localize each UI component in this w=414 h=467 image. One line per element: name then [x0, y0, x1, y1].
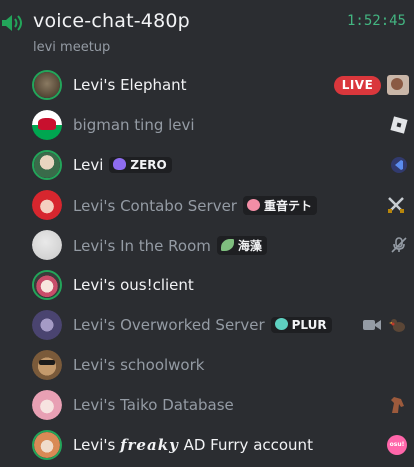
user-tag: 重音テト	[242, 196, 317, 215]
voice-user-row[interactable]: Levi's Elephant LIVE	[0, 65, 414, 105]
anime-girl-avatar[interactable]	[32, 150, 62, 180]
crossed-swords-icon	[388, 197, 404, 213]
heart-icon	[246, 199, 260, 211]
heart-icon	[274, 318, 288, 330]
voice-user-row[interactable]: Levi's schoolwork	[0, 345, 414, 385]
voice-user-row[interactable]: Levi's Overworked Server PLUR	[0, 305, 414, 345]
styled-word: 𝒇𝒓𝒆𝒂𝒌𝒚	[120, 436, 179, 454]
call-timer: 1:52:45	[346, 13, 406, 29]
osu-icon: osu!	[387, 435, 407, 455]
user-name[interactable]: Levi's schoolwork	[73, 356, 204, 374]
red-hair-avatar[interactable]	[32, 190, 62, 220]
roblox-icon	[390, 116, 408, 134]
user-name[interactable]: Levi's 𝒇𝒓𝒆𝒂𝒌𝒚 AD Furry account	[73, 436, 313, 454]
user-name[interactable]: bigman ting levi	[73, 116, 195, 134]
furry-avatar[interactable]	[32, 430, 62, 460]
user-name[interactable]: Levi ZERO	[73, 156, 172, 174]
leaf-icon	[220, 239, 234, 251]
camera-icon	[363, 320, 381, 330]
wales-flag-avatar[interactable]	[32, 110, 62, 140]
flame-icon	[113, 158, 127, 170]
voice-user-row[interactable]: Levi ZERO	[0, 145, 414, 185]
speaker-icon	[2, 15, 22, 31]
dog-avatar[interactable]	[32, 350, 62, 380]
voice-user-row[interactable]: Levi's 𝒇𝒓𝒆𝒂𝒌𝒚 AD Furry account osu!	[0, 425, 414, 465]
voice-user-row[interactable]: Levi's Contabo Server 重音テト	[0, 185, 414, 225]
elephant-avatar[interactable]	[32, 70, 62, 100]
channel-header: voice-chat-480p 1:52:45 levi meetup	[0, 0, 414, 62]
vscode-icon	[391, 157, 407, 173]
horse-icon	[391, 397, 404, 413]
white-circle-avatar[interactable]	[32, 230, 62, 260]
voice-user-row[interactable]: Levi's Taiko Database	[0, 385, 414, 425]
user-tag: ZERO	[109, 157, 172, 173]
turkey-icon	[389, 319, 405, 332]
user-name[interactable]: Levi's In the Room 海藻	[73, 236, 267, 255]
voice-user-row[interactable]: Levi's In the Room 海藻	[0, 225, 414, 265]
live-badge[interactable]: LIVE	[334, 76, 381, 95]
user-name[interactable]: Levi's Contabo Server 重音テト	[73, 196, 317, 215]
anime-avatar[interactable]	[32, 270, 62, 300]
user-name[interactable]: Levi's Overworked Server PLUR	[73, 316, 332, 334]
muted-icon	[391, 237, 407, 253]
voice-user-row[interactable]: Levi's ous!client	[0, 265, 414, 305]
dark-anime-avatar[interactable]	[32, 310, 62, 340]
pink-hair-avatar[interactable]	[32, 390, 62, 420]
user-name[interactable]: Levi's Elephant	[73, 76, 187, 94]
channel-status: levi meetup	[33, 40, 111, 55]
voice-user-row[interactable]: bigman ting levi	[0, 105, 414, 145]
user-name[interactable]: Levi's Taiko Database	[73, 396, 234, 414]
stream-preview[interactable]	[387, 75, 409, 95]
user-tag: PLUR	[270, 317, 332, 333]
user-name[interactable]: Levi's ous!client	[73, 276, 194, 294]
channel-name[interactable]: voice-chat-480p	[33, 10, 190, 32]
user-tag: 海藻	[216, 236, 267, 255]
